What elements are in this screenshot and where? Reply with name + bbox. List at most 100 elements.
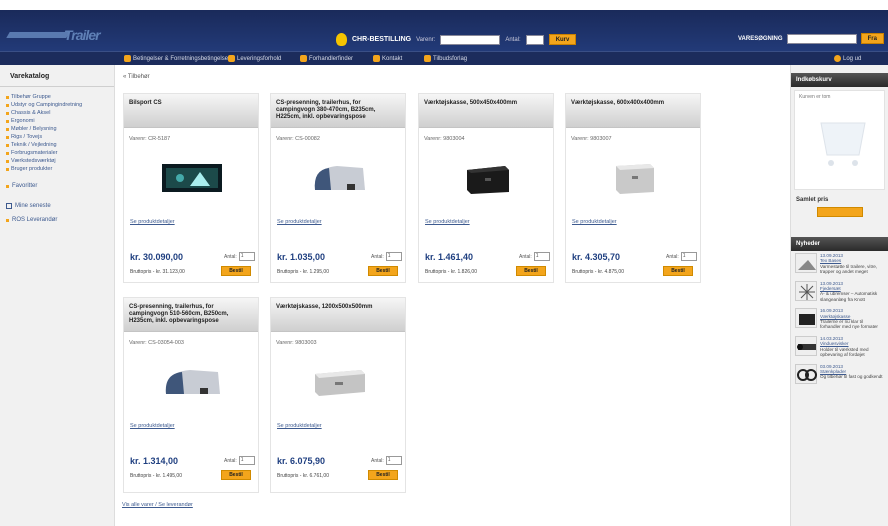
news-item[interactable]: 13.09.2013 Fjedersæt A- & ubremser – Autom… <box>795 280 884 303</box>
site-header: Trailer CHR-BESTILLING Varenr: Antal: Ku… <box>0 10 888 51</box>
news-list: 13.09.2013 Tex Bases Varmestøtte til trail… <box>791 251 888 392</box>
news-thumbnail <box>795 280 817 301</box>
sidebar-item[interactable]: Tilbehør Gruppe <box>6 93 108 101</box>
sidebar-favorites[interactable]: Favoritter <box>0 179 114 193</box>
product-title[interactable]: CS-presenning, trailerhus, for campingvo… <box>271 94 405 128</box>
product-details-link[interactable]: Se produktdetaljer <box>277 219 322 225</box>
nav-bullet-icon <box>300 55 307 62</box>
sidebar-item[interactable]: Bruger produkter <box>6 165 108 173</box>
product-details-link[interactable]: Se produktdetaljer <box>572 219 617 225</box>
breadcrumb[interactable]: « Tilbehør <box>123 74 150 80</box>
qty-input[interactable]: 1 <box>385 456 402 465</box>
product-details-link[interactable]: Se produktdetaljer <box>425 219 470 225</box>
sidebar-item-label: Værkstedsværktøj <box>11 158 56 164</box>
news-item[interactable]: 13.09.2013 Tex Bases Varmestøtte til trail… <box>795 253 884 275</box>
sidebar-recent[interactable]: Mine seneste <box>0 199 114 213</box>
bullet-icon <box>6 218 9 222</box>
product-image[interactable] <box>160 360 224 402</box>
news-text: Holder til værksted med opbevaring af fo… <box>820 346 869 358</box>
category-list: Tilbehør Gruppe Udstyr og Campingindretn… <box>0 87 114 179</box>
sidebar-supplier[interactable]: ROS Leverandør <box>0 213 114 227</box>
news-thumbnail <box>795 335 817 356</box>
sidebar-item[interactable]: Udstyr og Campingindretning <box>6 101 108 109</box>
product-gross-price: Bruttopris - kr. 1.495,00 <box>130 473 182 479</box>
view-all-link[interactable]: Vis alle varer / Se leverandør <box>122 502 193 508</box>
basket-button[interactable] <box>817 207 863 217</box>
product-gross-price: Bruttopris - kr. 6.761,00 <box>277 473 329 479</box>
product-gross-price: Bruttopris - kr. 31.123,00 <box>130 269 185 275</box>
qty-input[interactable]: 1 <box>533 252 550 261</box>
sidebar-item[interactable]: Ergonomi <box>6 117 108 125</box>
nav-item-dealer[interactable]: Forhandlerfinder <box>300 55 353 62</box>
site-logo[interactable]: Trailer <box>6 24 104 46</box>
news-item[interactable]: 03.09.2013 Stænkplader Og tilbehør til fas… <box>795 363 884 384</box>
sidebar-extra-label: Favoritter <box>12 183 38 189</box>
qty-input[interactable]: 1 <box>238 252 255 261</box>
product-price: kr. 1.461,40 <box>425 252 474 262</box>
basket-header: Indkøbskurv <box>791 73 888 87</box>
search-input[interactable] <box>786 33 857 44</box>
product-price: kr. 4.305,70 <box>572 252 621 262</box>
nav-item-contact[interactable]: Kontakt <box>373 55 402 62</box>
product-image[interactable] <box>160 156 224 198</box>
product-details-link[interactable]: Se produktdetaljer <box>130 219 175 225</box>
buy-button[interactable]: Bestil <box>516 266 546 276</box>
quick-order-button[interactable]: Kurv <box>548 34 577 45</box>
sidebar-item[interactable]: Forbrugsmaterialer <box>6 149 108 157</box>
sidebar-item-label: Teknik / Vejledning <box>11 142 57 148</box>
product-image[interactable] <box>455 156 519 198</box>
product-image[interactable] <box>602 156 666 198</box>
left-sidebar: Varekatalog Tilbehør Gruppe Udstyr og Ca… <box>0 65 115 526</box>
product-title[interactable]: Værktøjskasse, 1200x500x500mm <box>271 298 405 332</box>
qty-input[interactable]: 1 <box>385 252 402 261</box>
product-image[interactable] <box>307 360 371 402</box>
product-number: Varenr: 9803003 <box>276 340 317 346</box>
nav-item-offers[interactable]: Tilbudsforlag <box>424 55 467 62</box>
product-image[interactable] <box>307 156 371 198</box>
buy-button[interactable]: Bestil <box>368 470 398 480</box>
quick-varenr-input[interactable] <box>440 34 501 45</box>
qty-group: Antal: 1 <box>224 456 255 465</box>
qty-input[interactable]: 1 <box>680 252 697 261</box>
news-header: Nyheder <box>791 237 888 251</box>
nav-item-label: Leveringsforhold <box>237 55 282 62</box>
nav-item-delivery[interactable]: Leveringsforhold <box>228 55 281 62</box>
quick-antal-input[interactable] <box>525 34 544 45</box>
quick-order: CHR-BESTILLING Varenr: Antal: Kurv <box>336 33 577 46</box>
product-title[interactable]: Værktøjskasse, 600x400x400mm <box>566 94 700 128</box>
nav-item-terms[interactable]: Betingelser & Forretningsbetingelser <box>124 55 230 62</box>
sidebar-title: Varekatalog <box>0 65 114 87</box>
product-details-link[interactable]: Se produktdetaljer <box>277 423 322 429</box>
sidebar-item[interactable]: Rigs / Tovejs <box>6 133 108 141</box>
nav-bullet-icon <box>424 55 431 62</box>
news-item[interactable]: 14.03.2013 Vinduesvisker Holder til værkst… <box>795 335 884 358</box>
qty-input[interactable]: 1 <box>238 456 255 465</box>
buy-button[interactable]: Bestil <box>221 266 251 276</box>
bullet-icon <box>6 151 9 155</box>
news-thumbnail <box>795 363 817 384</box>
qty-label: Antal: <box>371 457 384 464</box>
product-card: CS-presenning, trailerhus, for campingvo… <box>123 297 259 493</box>
search-label: VARESØGNING <box>738 35 783 42</box>
basket-empty-text: Kurven er tom <box>799 94 831 100</box>
product-title[interactable]: Bilsport CS <box>124 94 258 128</box>
sidebar-item[interactable]: Teknik / Vejledning <box>6 141 108 149</box>
sidebar-item-label: Rigs / Tovejs <box>11 134 43 140</box>
news-item[interactable]: 16.09.2013 Værktøjskasse Trailerne er nu k… <box>795 308 884 330</box>
sidebar-item[interactable]: Chassis & Aksel <box>6 109 108 117</box>
product-details-link[interactable]: Se produktdetaljer <box>130 423 175 429</box>
product-title[interactable]: CS-presenning, trailerhus, for campingvo… <box>124 298 258 332</box>
buy-button[interactable]: Bestil <box>663 266 693 276</box>
product-number: Varenr: 9803004 <box>424 136 465 142</box>
search-button[interactable]: Fra <box>860 33 884 44</box>
qty-label: Antal: <box>519 253 532 260</box>
sidebar-item[interactable]: Møbler / Belysning <box>6 125 108 133</box>
buy-button[interactable]: Bestil <box>368 266 398 276</box>
product-price: kr. 6.075,90 <box>277 456 326 466</box>
search-bar: VARESØGNING Fra <box>738 33 884 44</box>
buy-button[interactable]: Bestil <box>221 470 251 480</box>
logout-link[interactable]: Log ud <box>834 55 861 62</box>
product-title[interactable]: Værktøjskasse, 500x450x400mm <box>419 94 553 128</box>
logo-text: Trailer <box>64 27 101 43</box>
sidebar-item[interactable]: Værkstedsværktøj <box>6 157 108 165</box>
